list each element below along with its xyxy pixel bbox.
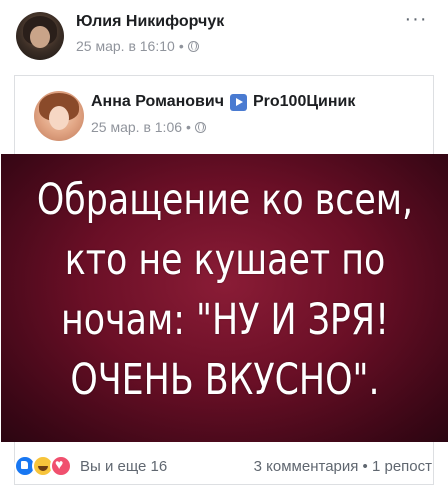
image-line: ОЧЕНЬ ВКУСНО". xyxy=(70,355,380,405)
shared-post[interactable]: Анна Романович Pro100Циник 25 мар. в 1:0… xyxy=(1,75,448,485)
reactions-count[interactable]: Вы и еще 16 xyxy=(80,458,167,475)
shared-date[interactable]: 25 мар. в 1:06 xyxy=(91,119,182,135)
image-line: ночам: "НУ И ЗРЯ! xyxy=(60,295,390,345)
shared-author-avatar[interactable] xyxy=(34,91,84,141)
reactions-summary[interactable] xyxy=(14,455,72,477)
more-options-button[interactable]: ··· xyxy=(400,8,432,32)
post-meta: 25 мар. в 16:10 • xyxy=(76,38,199,54)
comments-shares-count[interactable]: 3 комментария • 1 репост xyxy=(254,458,432,475)
post-header: Юлия Никифорчук 25 мар. в 16:10 • ··· xyxy=(0,0,448,70)
globe-icon xyxy=(187,40,199,52)
shared-author-line: Анна Романович Pro100Циник xyxy=(91,93,355,111)
image-line: Обращение ко всем, xyxy=(36,175,414,225)
globe-icon xyxy=(194,121,206,133)
post-image[interactable]: Обращение ко всем, кто не кушает по ноча… xyxy=(1,154,448,442)
post-date[interactable]: 25 мар. в 16:10 xyxy=(76,38,175,54)
author-name[interactable]: Юлия Никифорчук xyxy=(76,13,224,31)
love-reaction-icon xyxy=(50,455,72,477)
shared-meta: 25 мар. в 1:06 • xyxy=(91,119,206,135)
shared-channel-name[interactable]: Pro100Циник xyxy=(253,93,355,111)
author-avatar[interactable] xyxy=(16,12,64,60)
shared-author-name[interactable]: Анна Романович xyxy=(91,93,224,111)
play-icon xyxy=(229,93,247,111)
image-caption: Обращение ко всем, кто не кушает по ноча… xyxy=(23,170,426,410)
post-footer: Вы и еще 16 3 комментария • 1 репост xyxy=(0,455,448,493)
image-line: кто не кушает по xyxy=(64,235,386,285)
